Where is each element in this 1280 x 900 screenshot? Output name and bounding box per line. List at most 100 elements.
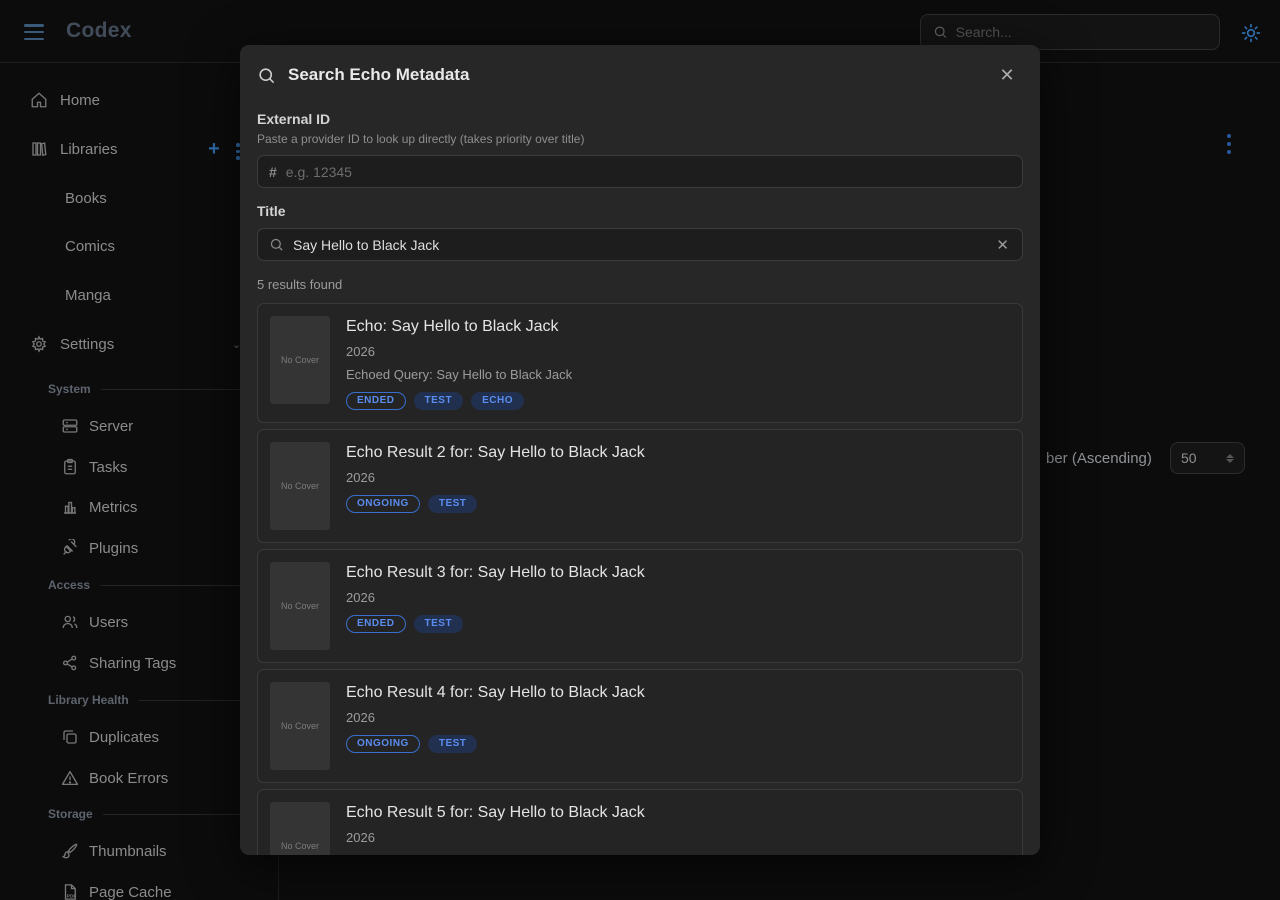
external-id-field[interactable]: # xyxy=(257,155,1023,188)
result-title: Echo Result 4 for: Say Hello to Black Ja… xyxy=(346,684,645,702)
sidebar-item-label: Duplicates xyxy=(89,729,159,746)
result-card[interactable]: No Cover Echo Result 4 for: Say Hello to… xyxy=(257,669,1023,783)
status-badge: ENDED xyxy=(346,615,406,633)
sidebar-item-label: Plugins xyxy=(89,540,138,557)
result-year: 2026 xyxy=(346,830,645,845)
section-title: System xyxy=(48,382,91,396)
result-year: 2026 xyxy=(346,710,645,725)
svg-text:PDF: PDF xyxy=(67,893,77,899)
sidebar-section-access: Access xyxy=(48,577,250,593)
file-pdf-icon: PDF xyxy=(61,883,79,900)
no-cover-placeholder: No Cover xyxy=(270,316,330,404)
sidebar-item-plugins[interactable]: Plugins xyxy=(61,536,138,560)
home-icon xyxy=(30,91,48,109)
sidebar-item-home[interactable]: Home xyxy=(30,88,100,112)
modal-header: Search Echo Metadata ✕ xyxy=(257,45,1023,105)
sidebar-item-label: Home xyxy=(60,92,100,109)
section-title: Storage xyxy=(48,807,93,821)
page-size-input[interactable] xyxy=(1181,450,1215,466)
no-cover-placeholder: No Cover xyxy=(270,442,330,530)
section-title: Access xyxy=(48,578,90,592)
gear-icon xyxy=(30,335,48,353)
sidebar-item-label: Page Cache xyxy=(89,884,172,900)
search-icon xyxy=(257,66,276,85)
sidebar-item-manga[interactable]: Manga xyxy=(65,283,111,307)
external-id-input[interactable] xyxy=(286,164,1011,180)
sidebar-item-sharing-tags[interactable]: Sharing Tags xyxy=(61,651,176,675)
result-card[interactable]: No Cover Echo: Say Hello to Black Jack 2… xyxy=(257,303,1023,423)
duplicate-icon xyxy=(61,728,79,746)
sidebar-item-label: Manga xyxy=(65,287,111,304)
results-count: 5 results found xyxy=(257,277,1023,292)
status-badge: ONGOING xyxy=(346,495,420,513)
title-field[interactable]: ✕ xyxy=(257,228,1023,261)
server-icon xyxy=(61,417,79,435)
page-actions-kebab-icon[interactable] xyxy=(1227,134,1233,154)
sidebar-item-books[interactable]: Books xyxy=(65,186,107,210)
add-library-button[interactable]: + xyxy=(205,140,223,158)
close-icon[interactable]: ✕ xyxy=(995,63,1019,87)
plug-icon xyxy=(61,539,79,557)
no-cover-placeholder: No Cover xyxy=(270,562,330,650)
hamburger-menu-icon[interactable] xyxy=(24,24,44,40)
sidebar-item-comics[interactable]: Comics xyxy=(65,234,115,258)
external-id-description: Paste a provider ID to look up directly … xyxy=(257,132,1023,146)
no-cover-placeholder: No Cover xyxy=(270,682,330,770)
sidebar-item-settings[interactable]: Settings xyxy=(30,332,114,356)
sidebar-item-libraries[interactable]: Libraries xyxy=(30,137,118,161)
status-badge: ONGOING xyxy=(346,735,420,753)
section-title: Library Health xyxy=(48,693,129,707)
clipboard-icon xyxy=(61,458,79,476)
sidebar-item-label: Book Errors xyxy=(89,770,168,787)
app-logo[interactable]: Codex xyxy=(66,19,132,43)
result-year: 2026 xyxy=(346,470,645,485)
result-card[interactable]: No Cover Echo Result 5 for: Say Hello to… xyxy=(257,789,1023,855)
result-title: Echo: Say Hello to Black Jack xyxy=(346,318,572,336)
title-input[interactable] xyxy=(293,237,985,253)
search-icon xyxy=(933,24,948,40)
sidebar-item-label: Users xyxy=(89,614,128,631)
stepper-arrows-icon[interactable] xyxy=(1226,454,1234,463)
sidebar-item-users[interactable]: Users xyxy=(61,610,128,634)
sidebar-item-label: Thumbnails xyxy=(89,843,167,860)
users-icon xyxy=(61,613,79,631)
sidebar-item-label: Books xyxy=(65,190,107,207)
sidebar-item-metrics[interactable]: Metrics xyxy=(61,495,137,519)
result-card[interactable]: No Cover Echo Result 2 for: Say Hello to… xyxy=(257,429,1023,543)
sidebar: Home Libraries + Books Comics Manga Sett… xyxy=(0,63,279,900)
sidebar-section-storage: Storage xyxy=(48,806,250,822)
sidebar-item-label: Comics xyxy=(65,238,115,255)
warning-triangle-icon xyxy=(61,769,79,787)
result-year: 2026 xyxy=(346,590,645,605)
tag-badge: TEST xyxy=(428,495,478,513)
title-label: Title xyxy=(257,203,1023,219)
sidebar-item-label: Sharing Tags xyxy=(89,655,176,672)
tag-badge: TEST xyxy=(414,392,464,410)
sidebar-item-server[interactable]: Server xyxy=(61,414,133,438)
theme-toggle-sun-icon[interactable] xyxy=(1241,23,1261,43)
sidebar-item-page-cache[interactable]: PDF Page Cache xyxy=(61,880,172,900)
result-year: 2026 xyxy=(346,344,572,359)
tag-badge: ECHO xyxy=(471,392,524,410)
share-icon xyxy=(61,654,79,672)
result-title: Echo Result 3 for: Say Hello to Black Ja… xyxy=(346,564,645,582)
page-size-stepper[interactable] xyxy=(1170,442,1245,474)
modal-title: Search Echo Metadata xyxy=(288,65,983,85)
sidebar-section-library-health: Library Health xyxy=(48,692,250,708)
result-card[interactable]: No Cover Echo Result 3 for: Say Hello to… xyxy=(257,549,1023,663)
sidebar-item-duplicates[interactable]: Duplicates xyxy=(61,725,159,749)
result-title: Echo Result 5 for: Say Hello to Black Ja… xyxy=(346,804,645,822)
result-title: Echo Result 2 for: Say Hello to Black Ja… xyxy=(346,444,645,462)
sort-order-label[interactable]: ber (Ascending) xyxy=(1046,450,1152,467)
sidebar-item-thumbnails[interactable]: Thumbnails xyxy=(61,839,167,863)
sidebar-item-tasks[interactable]: Tasks xyxy=(61,455,127,479)
no-cover-placeholder: No Cover xyxy=(270,802,330,855)
global-search-input[interactable] xyxy=(956,24,1207,40)
sidebar-item-book-errors[interactable]: Book Errors xyxy=(61,766,168,790)
sidebar-item-label: Metrics xyxy=(89,499,137,516)
sidebar-item-label: Server xyxy=(89,418,133,435)
sidebar-item-label: Settings xyxy=(60,336,114,353)
sidebar-item-label: Tasks xyxy=(89,459,127,476)
clear-title-icon[interactable]: ✕ xyxy=(994,236,1011,254)
result-echoed-query: Echoed Query: Say Hello to Black Jack xyxy=(346,367,572,382)
